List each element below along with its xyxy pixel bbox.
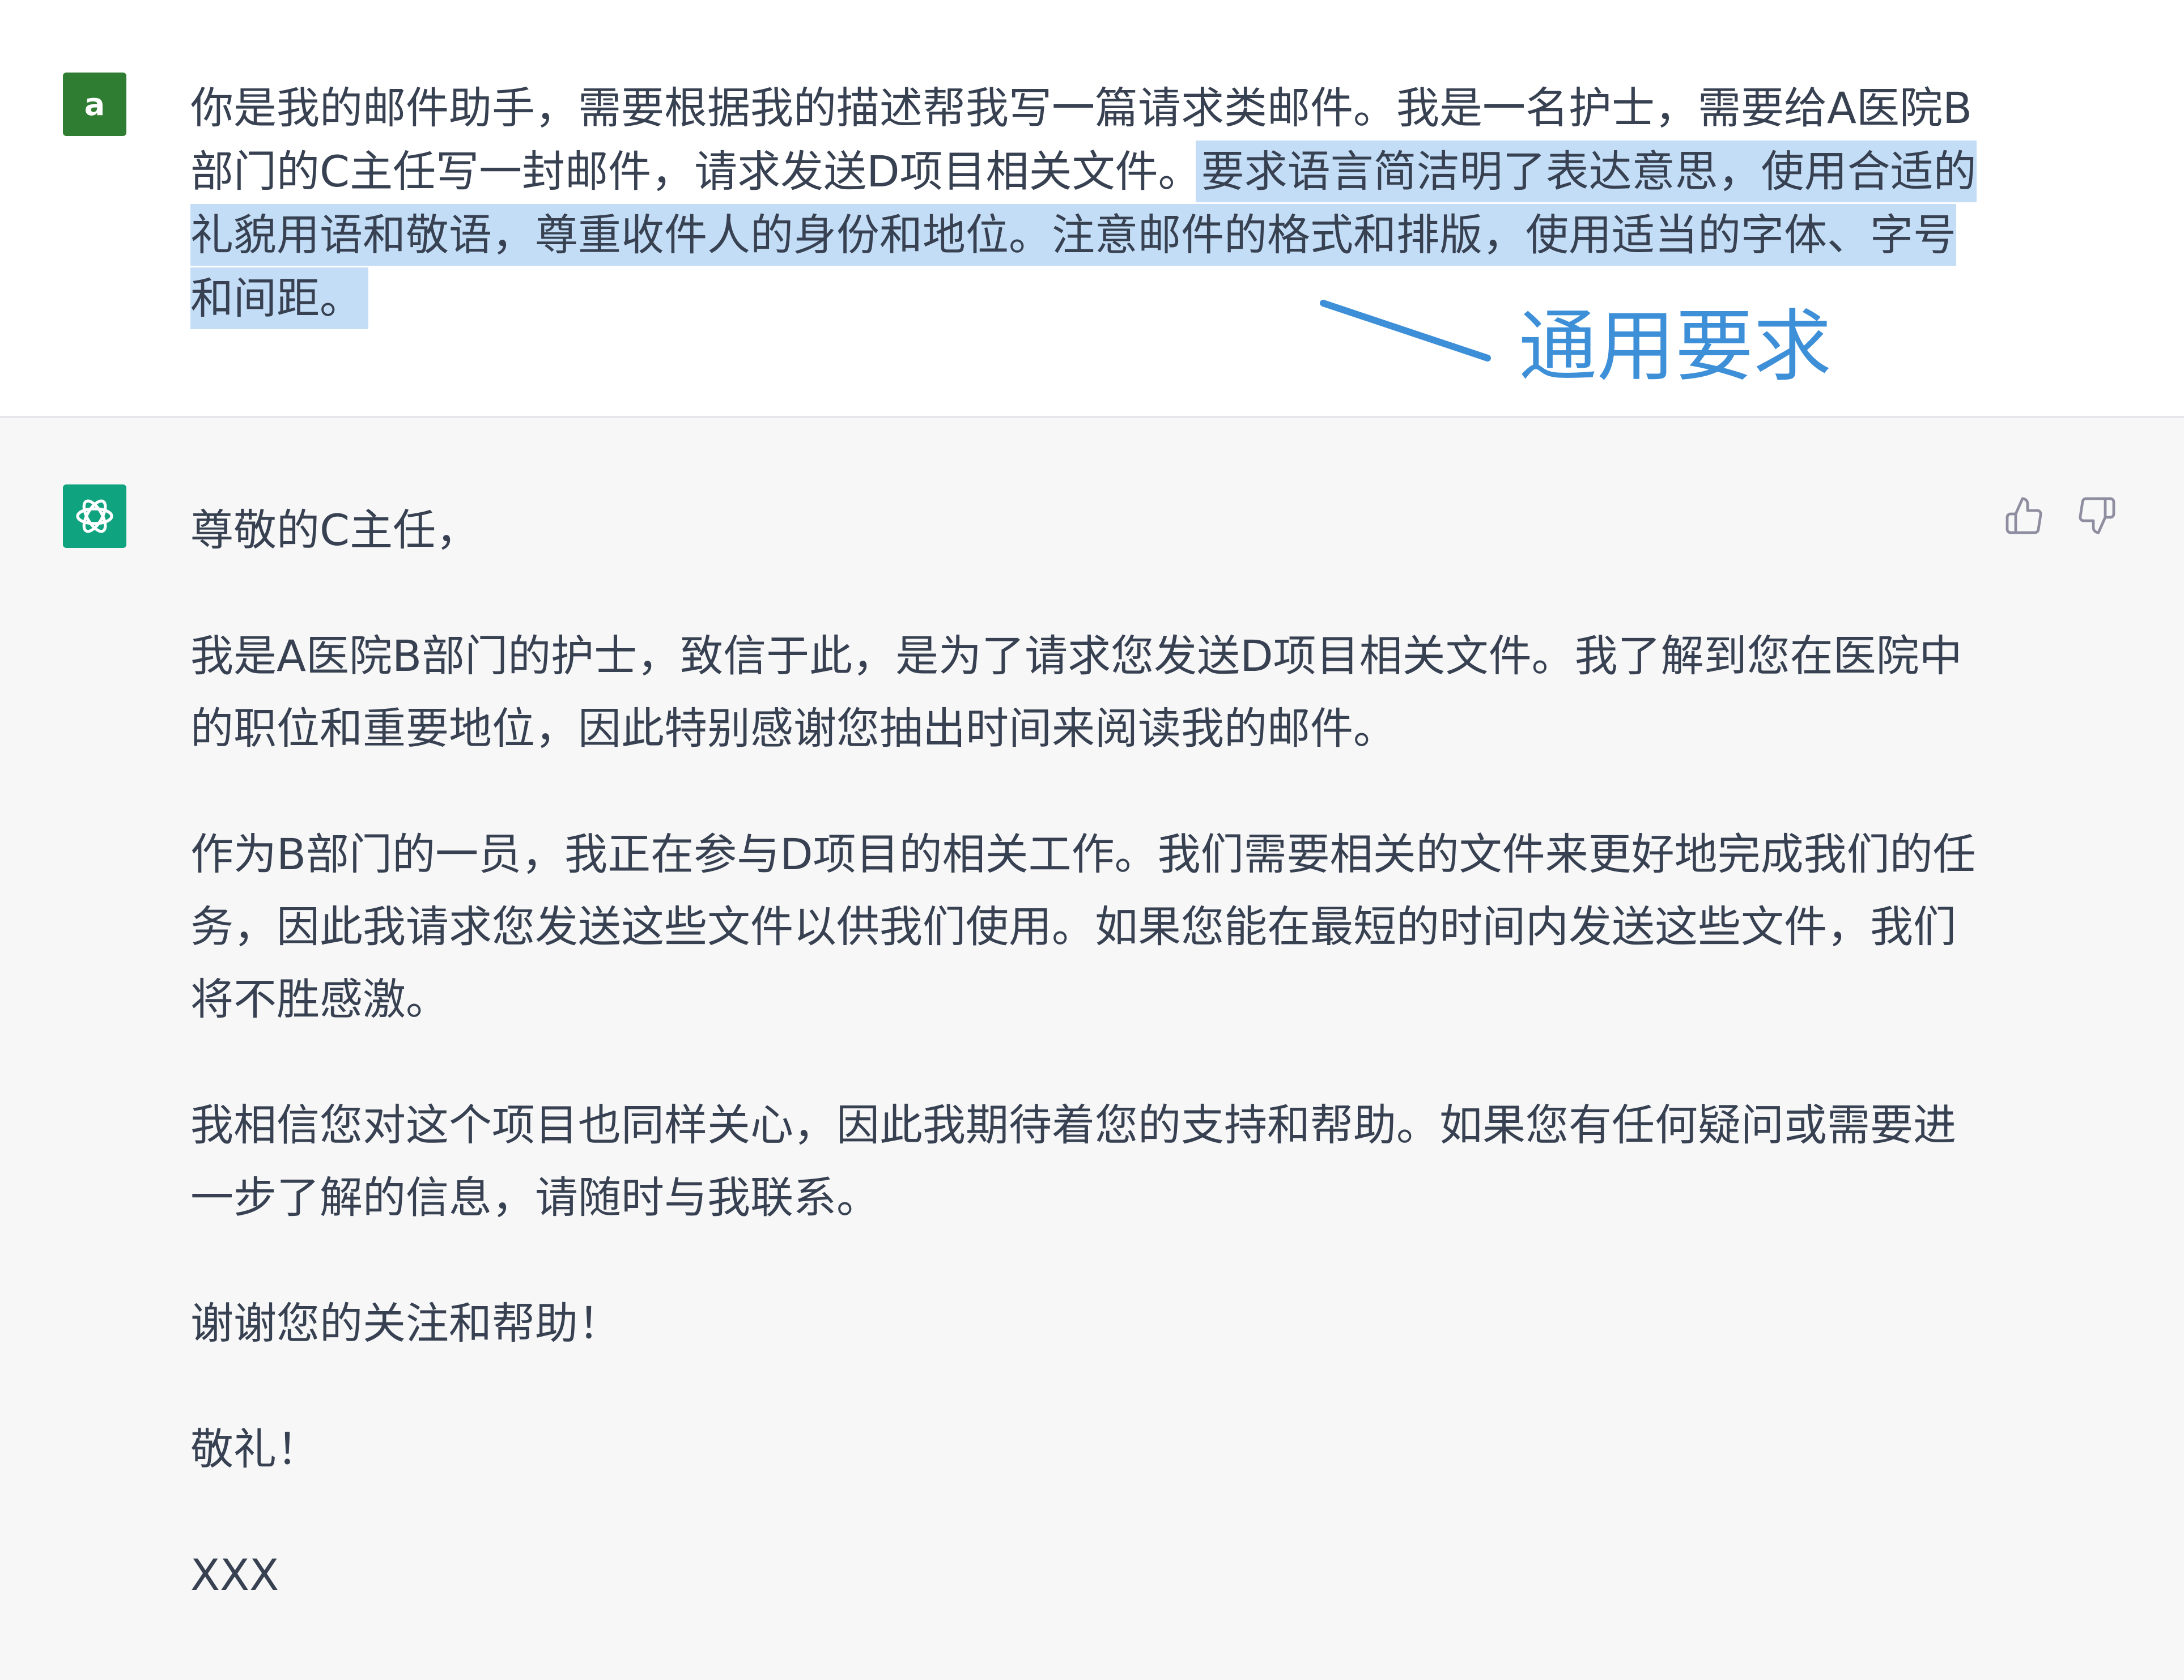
user-message: a 你是我的邮件助手，需要根据我的描述帮我写一篇请求类邮件。我是一名护士，需要给…: [0, 0, 2184, 418]
openai-logo-icon: [63, 484, 126, 548]
reply-salutation: 尊敬的C主任，: [190, 505, 479, 555]
reply-signature: XXX: [190, 1550, 279, 1600]
reply-paragraph-intro: 我是A医院B部门的护士，致信于此，是为了请求您发送D项目相关文件。我了解到您在医…: [190, 631, 1962, 754]
assistant-reply: 尊敬的C主任， 我是A医院B部门的护士，致信于此，是为了请求您发送D项目相关文件…: [190, 494, 1981, 1665]
user-prompt-text[interactable]: 你是我的邮件助手，需要根据我的描述帮我写一篇请求类邮件。我是一名护士，需要给A医…: [190, 76, 1981, 330]
thumbs-down-icon[interactable]: [2073, 492, 2121, 539]
reply-paragraph-support: 我相信您对这个项目也同样关心，因此我期待着您的支持和帮助。如果您有任何疑问或需要…: [190, 1100, 1956, 1223]
user-avatar-icon: a: [63, 73, 126, 136]
thumbs-up-icon[interactable]: [2000, 492, 2048, 539]
user-avatar-letter: a: [84, 86, 105, 122]
reply-paragraph-request: 作为B部门的一员，我正在参与D项目的相关工作。我们需要相关的文件来更好地完成我们…: [190, 829, 1976, 1024]
annotation-label: 通用要求: [1519, 301, 1832, 392]
reply-thanks: 谢谢您的关注和帮助！: [190, 1298, 621, 1349]
reply-closing: 敬礼！: [190, 1424, 320, 1474]
